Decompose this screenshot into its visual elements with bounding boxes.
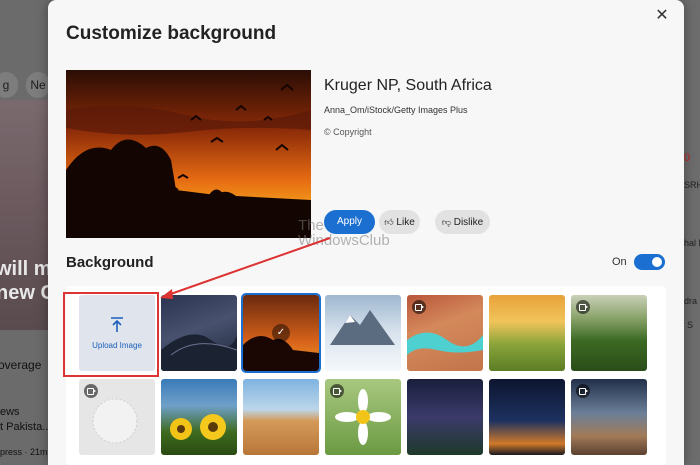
dislike-label: Dislike (453, 217, 484, 228)
background-text: t Pakista.. (0, 421, 49, 433)
background-tile[interactable] (489, 295, 565, 371)
background-toggle[interactable] (634, 254, 665, 270)
toggle-label: On (612, 256, 627, 268)
background-tile[interactable] (325, 379, 401, 455)
background-tile-selected[interactable]: ✓ (241, 293, 321, 373)
like-label: Like (396, 217, 415, 228)
background-text: ews (0, 406, 20, 418)
background-section-title: Background (66, 254, 154, 271)
background-headline: new C (0, 282, 55, 304)
video-icon (412, 300, 426, 314)
image-title: Kruger NP, South Africa (324, 77, 492, 94)
video-icon (576, 300, 590, 314)
background-text: 0 (684, 152, 691, 164)
background-text: dra N (684, 296, 700, 306)
checkmark-icon: ✓ (272, 324, 290, 342)
background-tile[interactable] (243, 379, 319, 455)
background-tile[interactable] (571, 379, 647, 455)
customize-background-dialog: Customize background ✕ Kruger NP, South … (48, 0, 684, 465)
video-icon (576, 384, 590, 398)
video-icon (84, 384, 98, 398)
close-icon[interactable]: ✕ (652, 6, 672, 26)
background-text: overage (0, 358, 42, 372)
background-text: SRH (684, 180, 700, 190)
background-tile[interactable] (489, 379, 565, 455)
background-tile[interactable] (407, 379, 483, 455)
background-tile[interactable] (571, 295, 647, 371)
dialog-title: Customize background (66, 23, 277, 44)
background-tile[interactable] (161, 379, 237, 455)
background-text: S (687, 320, 694, 330)
image-copyright[interactable]: © Copyright (324, 127, 372, 137)
background-text: hal P (684, 238, 700, 248)
preview-image (66, 70, 311, 238)
video-icon (330, 384, 344, 398)
thumbs-down-icon: 👎︎ (441, 217, 451, 227)
background-tab: g (0, 72, 18, 98)
background-text: press · 21m (0, 447, 48, 457)
annotation-highlight-box (63, 292, 159, 377)
background-tile[interactable] (161, 295, 237, 371)
background-tile[interactable] (325, 295, 401, 371)
background-tile[interactable] (79, 379, 155, 455)
background-tile[interactable] (407, 295, 483, 371)
watermark: The WindowsClub (298, 217, 390, 249)
image-credit: Anna_Om/iStock/Getty Images Plus (324, 105, 468, 115)
background-tab: Ne (26, 72, 50, 98)
dislike-button[interactable]: 👎︎ Dislike (435, 210, 490, 234)
